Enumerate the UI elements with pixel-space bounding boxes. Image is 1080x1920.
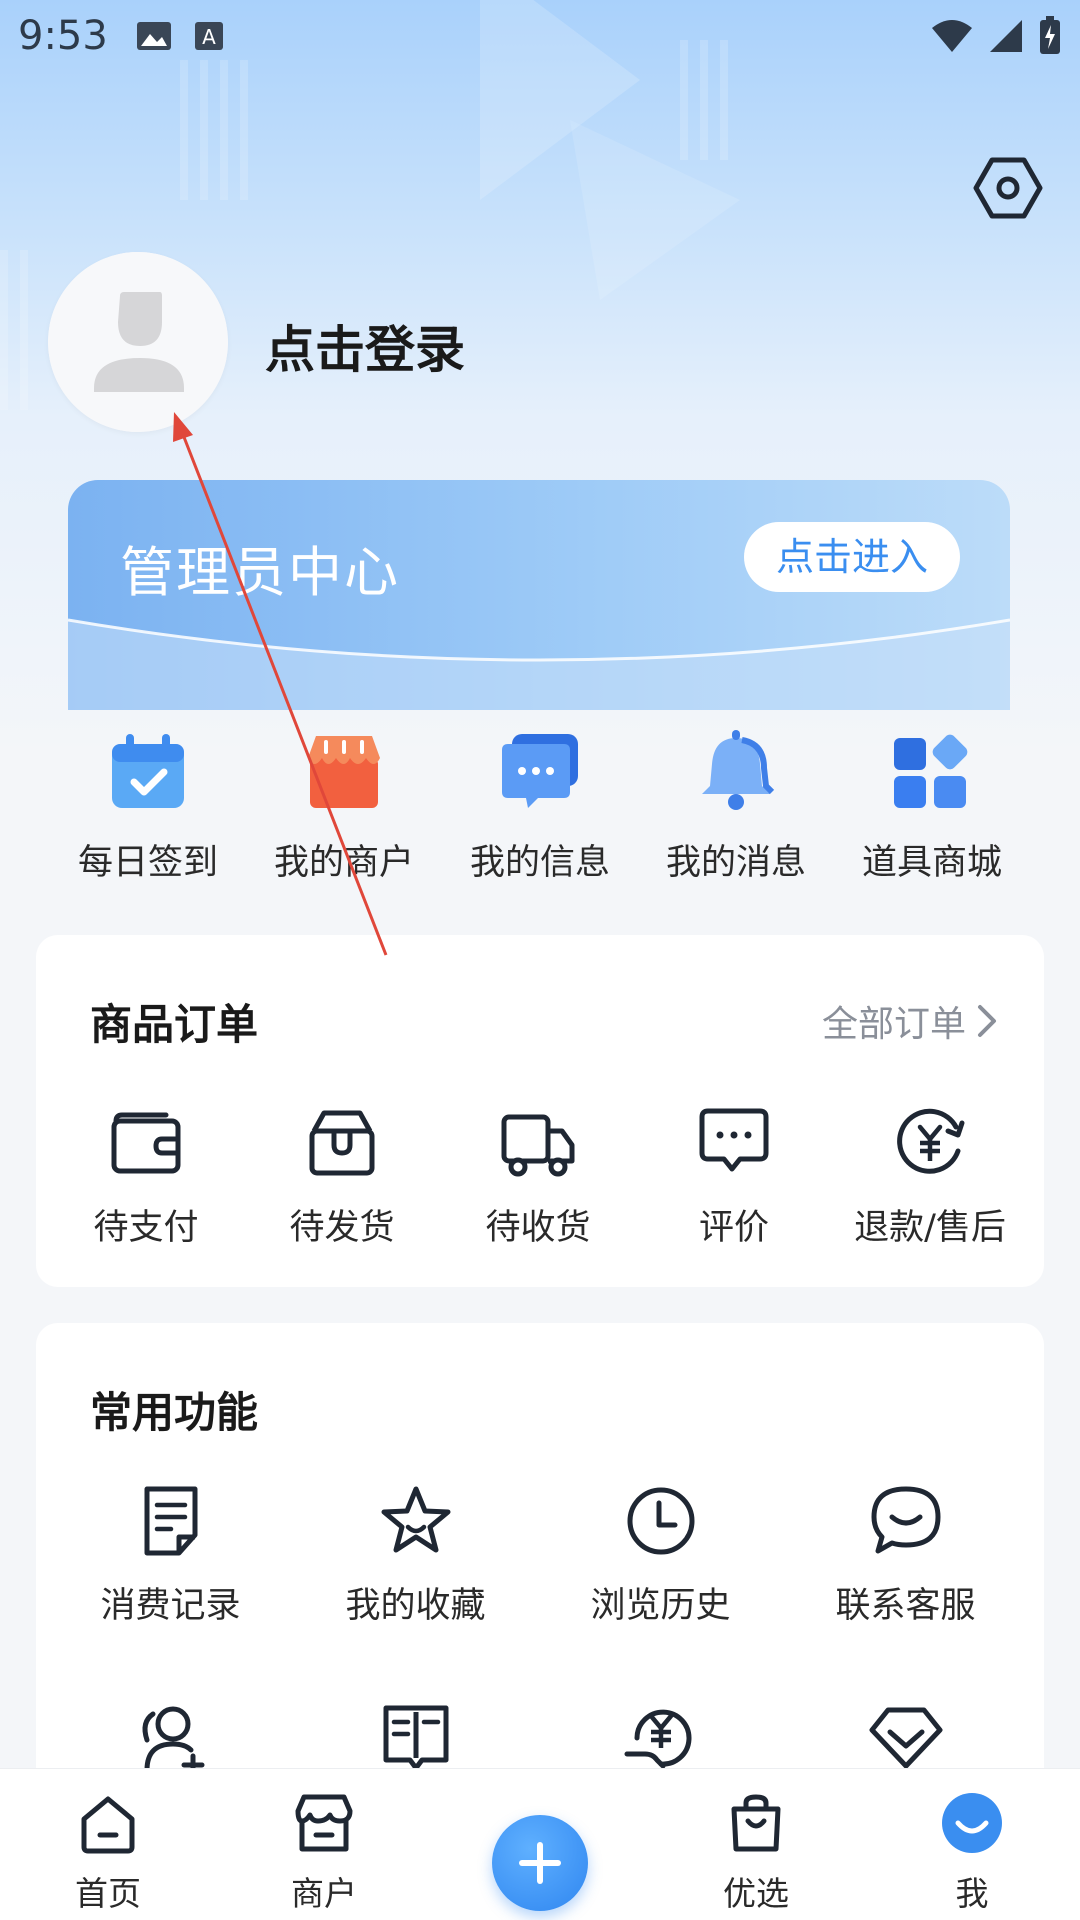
grid-apps-icon	[894, 734, 968, 808]
tab-label: 优选	[723, 1874, 789, 1913]
tab-me[interactable]: 我	[864, 1769, 1080, 1920]
status-time: 9:53	[18, 13, 108, 59]
order-refund[interactable]: 退款/售后	[832, 1105, 1028, 1250]
status-bar: 9:53 A	[0, 0, 1080, 72]
func-label: 消费记录	[100, 1586, 241, 1626]
admin-center-title: 管理员中心	[120, 541, 400, 604]
orders-title: 商品订单	[90, 1000, 259, 1049]
func-customer-service[interactable]: 联系客服	[783, 1483, 1028, 1628]
order-review[interactable]: 评价	[636, 1105, 832, 1250]
calendar-check-icon	[112, 734, 184, 808]
quick-action-messages[interactable]: 我的消息	[646, 730, 826, 890]
clock-icon	[627, 1487, 694, 1555]
login-prompt[interactable]: 点击登录	[265, 310, 465, 382]
all-orders-link[interactable]: 全部订单	[822, 995, 998, 1047]
profile-smile-icon	[942, 1793, 1002, 1853]
plus-icon	[519, 1842, 561, 1884]
order-label: 评价	[698, 1208, 769, 1248]
tab-label: 商户	[291, 1874, 357, 1913]
font-a-icon: A	[194, 22, 223, 50]
refund-icon	[897, 1108, 965, 1174]
svg-text:A: A	[202, 25, 216, 49]
tab-publish[interactable]	[432, 1769, 648, 1920]
func-label: 我的收藏	[345, 1586, 486, 1626]
quick-action-label: 道具商城	[861, 843, 1002, 883]
func-invite-user[interactable]	[48, 1700, 293, 1776]
common-functions-title: 常用功能	[90, 1388, 259, 1437]
bottom-tab-bar: 首页 商户 优选 我	[0, 1768, 1080, 1920]
signal-icon	[990, 20, 1022, 52]
home-icon	[81, 1796, 135, 1854]
func-spending-records[interactable]: 消费记录	[48, 1483, 293, 1628]
func-browse-history[interactable]: 浏览历史	[538, 1483, 783, 1628]
package-icon	[309, 1110, 375, 1176]
service-chat-icon	[871, 1486, 940, 1554]
shopping-bag-icon	[731, 1794, 781, 1852]
book-icon	[383, 1705, 448, 1771]
tab-merchant[interactable]: 商户	[216, 1769, 432, 1920]
add-user-icon	[142, 1706, 204, 1776]
shop-icon	[295, 1794, 353, 1852]
gallery-icon	[136, 22, 171, 50]
tab-home[interactable]: 首页	[0, 1769, 216, 1920]
receipt-icon	[144, 1486, 197, 1556]
quick-action-store[interactable]: 道具商城	[842, 730, 1022, 890]
order-pending-shipment[interactable]: 待发货	[244, 1105, 440, 1250]
diamond-icon	[869, 1707, 942, 1769]
func-guide[interactable]	[293, 1700, 538, 1776]
func-label: 浏览历史	[590, 1586, 731, 1626]
func-wallet[interactable]	[538, 1700, 783, 1776]
tab-label: 首页	[75, 1874, 141, 1913]
order-label: 待支付	[93, 1208, 199, 1248]
quick-action-label: 我的信息	[469, 843, 610, 883]
quick-action-label: 我的商户	[273, 843, 414, 883]
bell-icon	[702, 730, 775, 810]
chat-bubble-icon	[502, 734, 578, 808]
chevron-right-icon	[978, 1005, 996, 1037]
orders-card: 商品订单 全部订单 待支付 待发货 待收货 评价 退款/售后	[36, 935, 1044, 1287]
wallet-icon	[111, 1112, 181, 1174]
default-avatar-icon	[48, 252, 228, 432]
admin-center-banner[interactable]: 管理员中心 点击进入	[68, 480, 1010, 710]
comment-icon	[699, 1108, 769, 1172]
star-icon	[381, 1486, 450, 1553]
avatar[interactable]	[48, 252, 228, 432]
func-favorites[interactable]: 我的收藏	[293, 1483, 538, 1628]
gear-icon	[973, 157, 1043, 219]
all-orders-label: 全部订单	[821, 1004, 966, 1045]
order-pending-receipt[interactable]: 待收货	[440, 1105, 636, 1250]
tab-featured[interactable]: 优选	[648, 1769, 864, 1920]
tab-label: 我	[955, 1874, 989, 1913]
quick-action-label: 我的消息	[665, 843, 806, 883]
quick-actions: 每日签到 我的商户 我的信息 我的消息 道具商城	[58, 730, 1022, 890]
order-label: 退款/售后	[854, 1208, 1006, 1248]
settings-button[interactable]	[972, 152, 1044, 224]
publish-button[interactable]	[492, 1815, 588, 1911]
func-label: 联系客服	[835, 1586, 976, 1626]
wifi-icon	[932, 20, 972, 52]
battery-icon	[1040, 16, 1060, 54]
enter-admin-button[interactable]: 点击进入	[744, 522, 960, 592]
truck-icon	[501, 1114, 575, 1177]
func-vip[interactable]	[783, 1700, 1028, 1776]
order-pending-payment[interactable]: 待支付	[48, 1105, 244, 1250]
storefront-icon	[308, 736, 380, 808]
quick-action-checkin[interactable]: 每日签到	[58, 730, 238, 890]
order-label: 待发货	[289, 1208, 395, 1248]
quick-action-merchant[interactable]: 我的商户	[254, 730, 434, 890]
quick-action-info[interactable]: 我的信息	[450, 730, 630, 890]
order-label: 待收货	[485, 1208, 591, 1248]
quick-action-label: 每日签到	[77, 843, 218, 883]
yuan-hand-icon	[624, 1709, 691, 1769]
